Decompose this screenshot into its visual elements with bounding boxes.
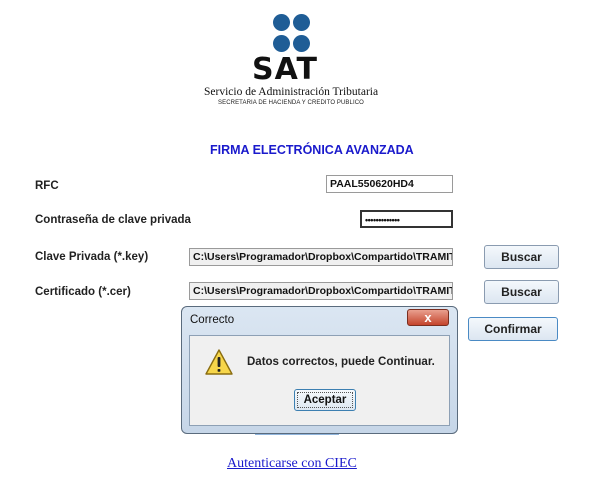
private-key-label: Clave Privada (*.key): [35, 251, 149, 263]
certificate-path-field[interactable]: C:\Users\Programador\Dropbox\Compartido\…: [189, 282, 453, 300]
browse-key-button[interactable]: Buscar: [484, 245, 559, 269]
focus-outline: [297, 392, 353, 408]
logo-dot: [273, 14, 290, 31]
password-input[interactable]: •••••••••••••: [360, 210, 453, 228]
certificate-label: Certificado (*.cer): [35, 286, 131, 298]
private-key-path-field[interactable]: C:\Users\Programador\Dropbox\Compartido\…: [189, 248, 453, 266]
logo-wordmark: SAT: [252, 52, 318, 87]
message-dialog: Correcto x Datos correctos, puede Contin…: [181, 306, 458, 434]
confirm-button[interactable]: Confirmar: [468, 317, 558, 341]
password-label: Contraseña de clave privada: [35, 214, 191, 226]
sat-logo: SAT Servicio de Administración Tributari…: [196, 8, 396, 108]
rfc-label: RFC: [35, 180, 59, 192]
accept-button[interactable]: Aceptar: [294, 389, 356, 411]
dialog-title: Correcto: [190, 314, 235, 326]
logo-ministry-name: SECRETARIA DE HACIENDA Y CREDITO PUBLICO: [218, 100, 364, 106]
form-title: FIRMA ELECTRÓNICA AVANZADA: [210, 143, 414, 157]
dialog-message: Datos correctos, puede Continuar.: [247, 356, 435, 368]
dialog-close-button[interactable]: x: [407, 309, 449, 326]
logo-dot: [293, 35, 310, 52]
rfc-input[interactable]: PAAL550620HD4: [326, 175, 453, 193]
ciec-login-link[interactable]: Autenticarse con CIEC: [227, 456, 357, 472]
warning-icon: [205, 349, 233, 375]
dialog-body: Datos correctos, puede Continuar. Acepta…: [189, 335, 450, 426]
logo-dot: [273, 35, 290, 52]
logo-agency-name: Servicio de Administración Tributaria: [204, 86, 379, 98]
logo-dot: [293, 14, 310, 31]
browse-cert-button[interactable]: Buscar: [484, 280, 559, 304]
